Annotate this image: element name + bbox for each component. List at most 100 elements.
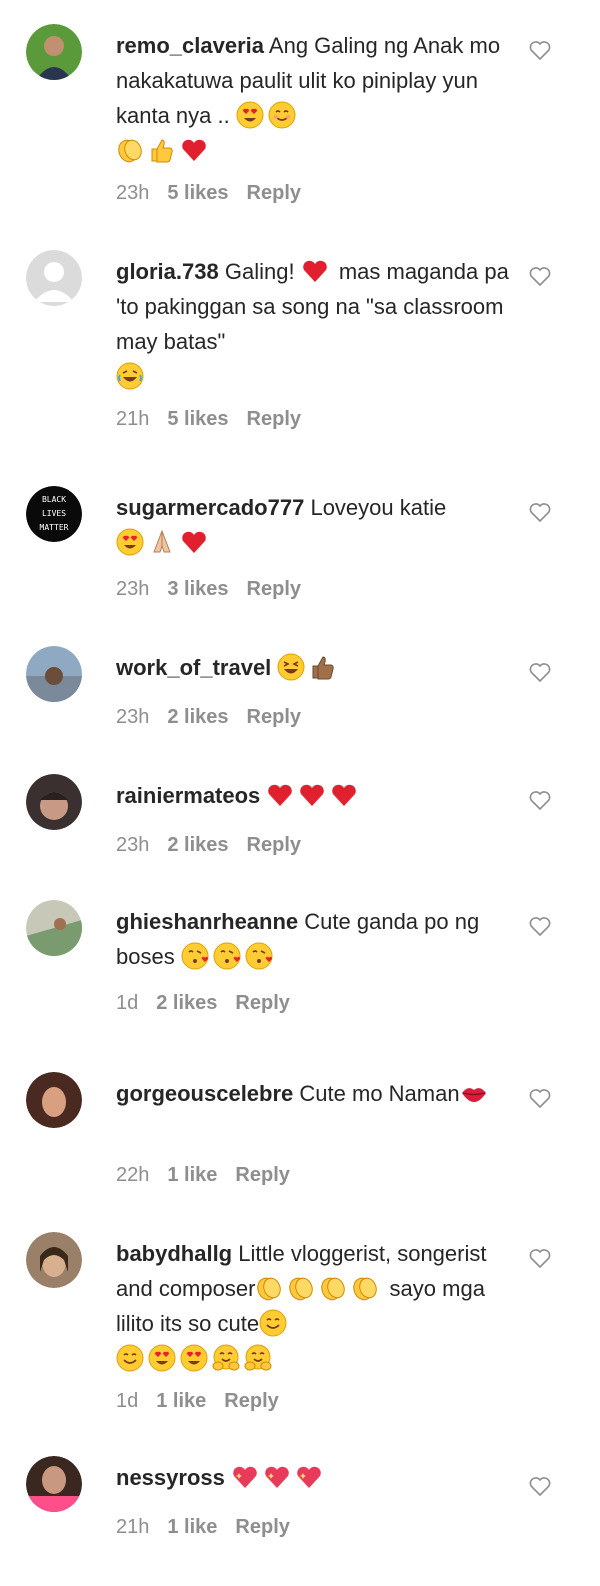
comment-time[interactable]: 23h	[116, 182, 149, 204]
avatar-label: LIVES	[42, 509, 66, 518]
comment-text: Cute mo Naman	[299, 1081, 460, 1106]
comment-username[interactable]: gloria.738	[116, 259, 219, 284]
comment-username[interactable]: babydhallg	[116, 1241, 232, 1266]
avatar[interactable]: BLACK LIVES MATTER	[26, 486, 82, 542]
clap-emoji-icon	[255, 1274, 283, 1302]
comment-username[interactable]: remo_claveria	[116, 33, 264, 58]
reply-button[interactable]: Reply	[247, 578, 301, 600]
avatar[interactable]	[26, 646, 82, 702]
comment-likes[interactable]: 3 likes	[167, 578, 228, 600]
comment-likes[interactable]: 5 likes	[167, 408, 228, 430]
reply-button[interactable]: Reply	[247, 834, 301, 856]
like-heart-icon[interactable]	[528, 1246, 552, 1270]
comment-meta: 1d 1 like Reply	[116, 1390, 297, 1413]
smile-emoji-icon	[259, 1309, 287, 1337]
comment-meta: 23h 2 likes Reply	[116, 834, 319, 857]
comment-meta: 21h 1 like Reply	[116, 1516, 308, 1539]
kiss-heart-emoji-icon	[181, 942, 209, 970]
like-heart-icon[interactable]	[528, 788, 552, 812]
reply-button[interactable]: Reply	[247, 408, 301, 430]
clap-emoji-icon	[319, 1274, 347, 1302]
avatar[interactable]	[26, 24, 82, 80]
comment-time[interactable]: 22h	[116, 1164, 149, 1186]
smile-emoji-icon	[116, 1344, 144, 1372]
like-heart-icon[interactable]	[528, 500, 552, 524]
like-heart-icon[interactable]	[528, 1086, 552, 1110]
comment-time[interactable]: 23h	[116, 706, 149, 728]
grin-squint-emoji-icon	[277, 653, 305, 681]
avatar[interactable]	[26, 774, 82, 830]
reply-button[interactable]: Reply	[235, 1164, 289, 1186]
clap-emoji-icon	[116, 136, 144, 164]
comment-likes[interactable]: 2 likes	[156, 992, 217, 1014]
sparkle-heart-emoji-icon	[231, 1463, 259, 1491]
avatar-label: BLACK	[42, 495, 66, 504]
reply-button[interactable]: Reply	[247, 706, 301, 728]
comment-meta: 1d 2 likes Reply	[116, 992, 308, 1015]
avatar[interactable]	[26, 1232, 82, 1288]
lips-emoji-icon	[460, 1079, 488, 1107]
sparkle-heart-emoji-icon	[263, 1463, 291, 1491]
heart-emoji-icon	[301, 257, 329, 285]
heart-emoji-icon	[180, 136, 208, 164]
comment-username[interactable]: nessyross	[116, 1465, 225, 1490]
thumbs-up-emoji-icon	[148, 136, 176, 164]
pray-emoji-icon	[148, 528, 176, 556]
like-heart-icon[interactable]	[528, 264, 552, 288]
reply-button[interactable]: Reply	[247, 182, 301, 204]
comment-time[interactable]: 23h	[116, 834, 149, 856]
comment-time[interactable]: 23h	[116, 578, 149, 600]
kiss-heart-emoji-icon	[245, 942, 273, 970]
smile-emoji-icon	[268, 101, 296, 129]
comment-time[interactable]: 21h	[116, 408, 149, 430]
thumbs-up-emoji-icon	[309, 653, 337, 681]
comment-username[interactable]: gorgeouscelebre	[116, 1081, 293, 1106]
comment-username[interactable]: work_of_travel	[116, 655, 271, 680]
heart-eyes-emoji-icon	[236, 101, 264, 129]
comment-text: Loveyou katie	[310, 495, 447, 520]
like-heart-icon[interactable]	[528, 914, 552, 938]
heart-emoji-icon	[180, 528, 208, 556]
like-heart-icon[interactable]	[528, 38, 552, 62]
comment-meta: 23h 3 likes Reply	[116, 578, 319, 601]
avatar[interactable]	[26, 250, 82, 306]
comment-meta: 22h 1 like Reply	[116, 1164, 308, 1187]
comment-meta: 23h 2 likes Reply	[116, 706, 319, 729]
reply-button[interactable]: Reply	[235, 1516, 289, 1538]
comment-likes[interactable]: 2 likes	[167, 706, 228, 728]
like-heart-icon[interactable]	[528, 1474, 552, 1498]
comment-username[interactable]: sugarmercado777	[116, 495, 304, 520]
sparkle-heart-emoji-icon	[295, 1463, 323, 1491]
laugh-emoji-icon	[116, 362, 144, 390]
reply-button[interactable]: Reply	[235, 992, 289, 1014]
comment-meta: 21h 5 likes Reply	[116, 408, 319, 431]
comment-username[interactable]: rainiermateos	[116, 783, 260, 808]
comment-time[interactable]: 1d	[116, 1390, 138, 1412]
reply-button[interactable]: Reply	[224, 1390, 278, 1412]
comment-username[interactable]: ghieshanrheanne	[116, 909, 298, 934]
like-heart-icon[interactable]	[528, 660, 552, 684]
clap-emoji-icon	[287, 1274, 315, 1302]
comment-likes[interactable]: 1 like	[167, 1164, 217, 1186]
comment-time[interactable]: 1d	[116, 992, 138, 1014]
clap-emoji-icon	[351, 1274, 379, 1302]
comment-likes[interactable]: 5 likes	[167, 182, 228, 204]
hug-emoji-icon	[212, 1344, 240, 1372]
heart-eyes-emoji-icon	[148, 1344, 176, 1372]
heart-eyes-emoji-icon	[116, 528, 144, 556]
comment-likes[interactable]: 1 like	[167, 1516, 217, 1538]
avatar[interactable]	[26, 900, 82, 956]
heart-emoji-icon	[330, 781, 358, 809]
heart-emoji-icon	[266, 781, 294, 809]
heart-eyes-emoji-icon	[180, 1344, 208, 1372]
hug-emoji-icon	[244, 1344, 272, 1372]
comment-likes[interactable]: 1 like	[156, 1390, 206, 1412]
kiss-heart-emoji-icon	[213, 942, 241, 970]
comment-text: Galing!	[224, 259, 295, 284]
avatar[interactable]	[26, 1072, 82, 1128]
avatar-label: MATTER	[40, 523, 69, 532]
comment-time[interactable]: 21h	[116, 1516, 149, 1538]
avatar[interactable]	[26, 1456, 82, 1512]
comment-meta: 23h 5 likes Reply	[116, 182, 319, 205]
comment-likes[interactable]: 2 likes	[167, 834, 228, 856]
